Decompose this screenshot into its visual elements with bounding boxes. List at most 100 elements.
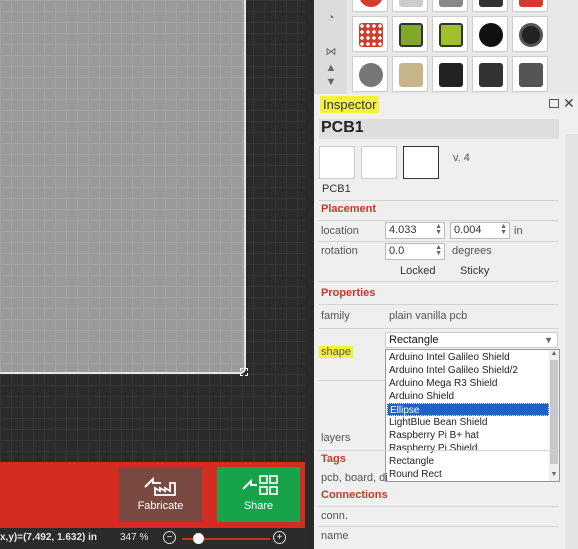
scrollbar-thumb[interactable] <box>550 360 558 464</box>
locked-checkbox[interactable] <box>387 266 396 275</box>
zoom-level: 347 % <box>120 532 149 543</box>
part-motor-driver[interactable] <box>432 56 468 92</box>
shape-option[interactable]: LightBlue Bean Shield <box>387 416 549 429</box>
fritzing-logo-icon[interactable]: ⋈ <box>320 45 342 59</box>
part-red-led-matrix[interactable] <box>352 0 388 12</box>
part-ic-chip[interactable] <box>432 0 468 12</box>
spinner-arrows-icon[interactable]: ▲ ▼ <box>435 223 442 236</box>
parts-bin: ◔ ⋈ ▲ ▼ <box>314 0 578 94</box>
part-lcd-display-16x2[interactable] <box>392 16 428 52</box>
instance-title[interactable]: PCB1 <box>322 183 351 195</box>
family-label: family <box>321 310 350 322</box>
part-title: PCB1 <box>319 119 559 139</box>
bottom-toolbar: Fabricate Share <box>0 462 305 528</box>
shape-option[interactable]: Arduino Shield <box>387 390 549 403</box>
part-servo-motor[interactable] <box>472 56 508 92</box>
pcb-view-image <box>403 146 439 179</box>
part-rfid-module[interactable] <box>472 0 508 12</box>
part-pressure-sensor[interactable] <box>352 56 388 92</box>
zoom-slider-thumb[interactable] <box>193 533 204 544</box>
part-speaker-small[interactable] <box>512 0 548 12</box>
shape-option[interactable]: Round Rect <box>387 468 549 481</box>
breadboard-view-image <box>319 146 355 179</box>
shape-option[interactable]: Arduino Intel Galileo Shield/2 <box>387 364 549 377</box>
chevron-down-icon[interactable]: ▼ <box>544 333 553 347</box>
resize-handle[interactable] <box>240 368 248 376</box>
schematic-view-image <box>361 146 397 179</box>
shape-dropdown[interactable]: Rectangle ▼ <box>385 332 558 348</box>
pcb-board[interactable] <box>0 0 246 374</box>
divider <box>319 526 559 527</box>
location-y-input[interactable]: 0.004 ▲ ▼ <box>450 222 510 239</box>
part-rgb-led-matrix[interactable] <box>392 0 428 12</box>
scroll-up-icon[interactable]: ▲ <box>549 350 559 360</box>
shape-option-highlighted[interactable]: Ellipse <box>387 403 549 416</box>
fritzing-window: Fabricate Share x,y)=(7.492, 1.632) in 3… <box>0 0 578 549</box>
shape-option[interactable]: Rectangle <box>387 455 549 468</box>
seeed-icon[interactable]: ◔ <box>320 12 342 26</box>
rotation-unit: degrees <box>452 245 492 257</box>
rotation-value: 0.0 <box>389 245 405 257</box>
inspector-scrollbar[interactable] <box>565 134 578 549</box>
name-label: name <box>321 530 349 542</box>
zoom-out-button[interactable]: − <box>163 531 176 544</box>
factory-icon <box>143 476 176 496</box>
location-x-input[interactable]: 4.033 ▲ ▼ <box>385 222 445 239</box>
part-version: v. 4 <box>453 152 470 164</box>
divider <box>319 200 559 201</box>
divider <box>319 328 559 329</box>
layers-label: layers <box>321 432 351 444</box>
spinner-arrows-icon[interactable]: ▲ ▼ <box>500 223 507 236</box>
part-piezo-buzzer[interactable] <box>472 16 508 52</box>
scroll-down-icon[interactable]: ▼ <box>320 76 342 90</box>
sticky-label: Sticky <box>460 265 490 277</box>
location-y-value: 0.004 <box>454 224 482 236</box>
divider <box>319 281 559 282</box>
inspector-title: Inspector <box>320 96 380 113</box>
divider <box>319 304 559 305</box>
float-panel-icon[interactable] <box>549 99 559 108</box>
part-speaker[interactable] <box>512 16 548 52</box>
part-rgb-led-matrix-2[interactable] <box>352 16 388 52</box>
tags-value[interactable]: pcb, board, di <box>321 472 388 484</box>
shape-option[interactable]: Raspberry Pi Shield <box>387 442 549 455</box>
location-label: location <box>321 225 359 237</box>
part-dc-motor[interactable] <box>392 56 428 92</box>
cursor-coordinates: x,y)=(7.492, 1.632) in <box>0 532 98 543</box>
scroll-down-icon[interactable]: ▼ <box>549 471 559 481</box>
family-value: plain vanilla pcb <box>389 310 468 322</box>
divider <box>319 506 559 507</box>
spinner-arrows-icon[interactable]: ▲ ▼ <box>435 244 442 257</box>
shape-option[interactable]: Arduino Intel Galileo Shield <box>387 351 549 364</box>
part-lcd-display-20x4[interactable] <box>432 16 468 52</box>
divider <box>319 241 559 242</box>
shape-label: shape <box>319 346 353 358</box>
location-unit: in <box>514 225 523 237</box>
scroll-up-icon[interactable]: ▲ <box>320 62 342 76</box>
parts-bin-sidebar: ◔ ⋈ ▲ ▼ <box>314 0 347 94</box>
tags-section: Tags <box>321 453 346 465</box>
connections-section: Connections <box>321 489 388 501</box>
shape-option[interactable]: Arduino Mega R3 Shield <box>387 377 549 390</box>
rotation-input[interactable]: 0.0 ▲ ▼ <box>385 243 445 260</box>
status-bar: x,y)=(7.492, 1.632) in 347 % − + <box>0 528 305 549</box>
placement-section: Placement <box>321 203 377 215</box>
inspector-panel: Inspector ✕ PCB1 v. 4 PCB1 Placement loc… <box>314 94 578 549</box>
splitter[interactable] <box>305 0 314 549</box>
dropdown-scrollbar[interactable]: ▲ ▼ <box>549 350 559 481</box>
shape-dropdown-list[interactable]: Arduino Intel Galileo Shield Arduino Int… <box>385 349 560 482</box>
shape-option[interactable]: Raspberry Pi B+ hat <box>387 429 549 442</box>
share-label: Share <box>243 500 274 512</box>
fabricate-button[interactable]: Fabricate <box>119 467 202 522</box>
zoom-in-button[interactable]: + <box>273 531 286 544</box>
sticky-checkbox[interactable] <box>447 266 456 275</box>
divider <box>319 380 385 381</box>
pcb-canvas[interactable] <box>0 0 305 462</box>
part-stepper-motor[interactable] <box>512 56 548 92</box>
conn-label: conn. <box>321 510 348 522</box>
rotation-label: rotation <box>321 245 358 257</box>
divider <box>319 450 559 451</box>
share-button[interactable]: Share <box>217 467 300 522</box>
shape-selected-value: Rectangle <box>389 334 439 346</box>
close-icon[interactable]: ✕ <box>563 95 575 112</box>
